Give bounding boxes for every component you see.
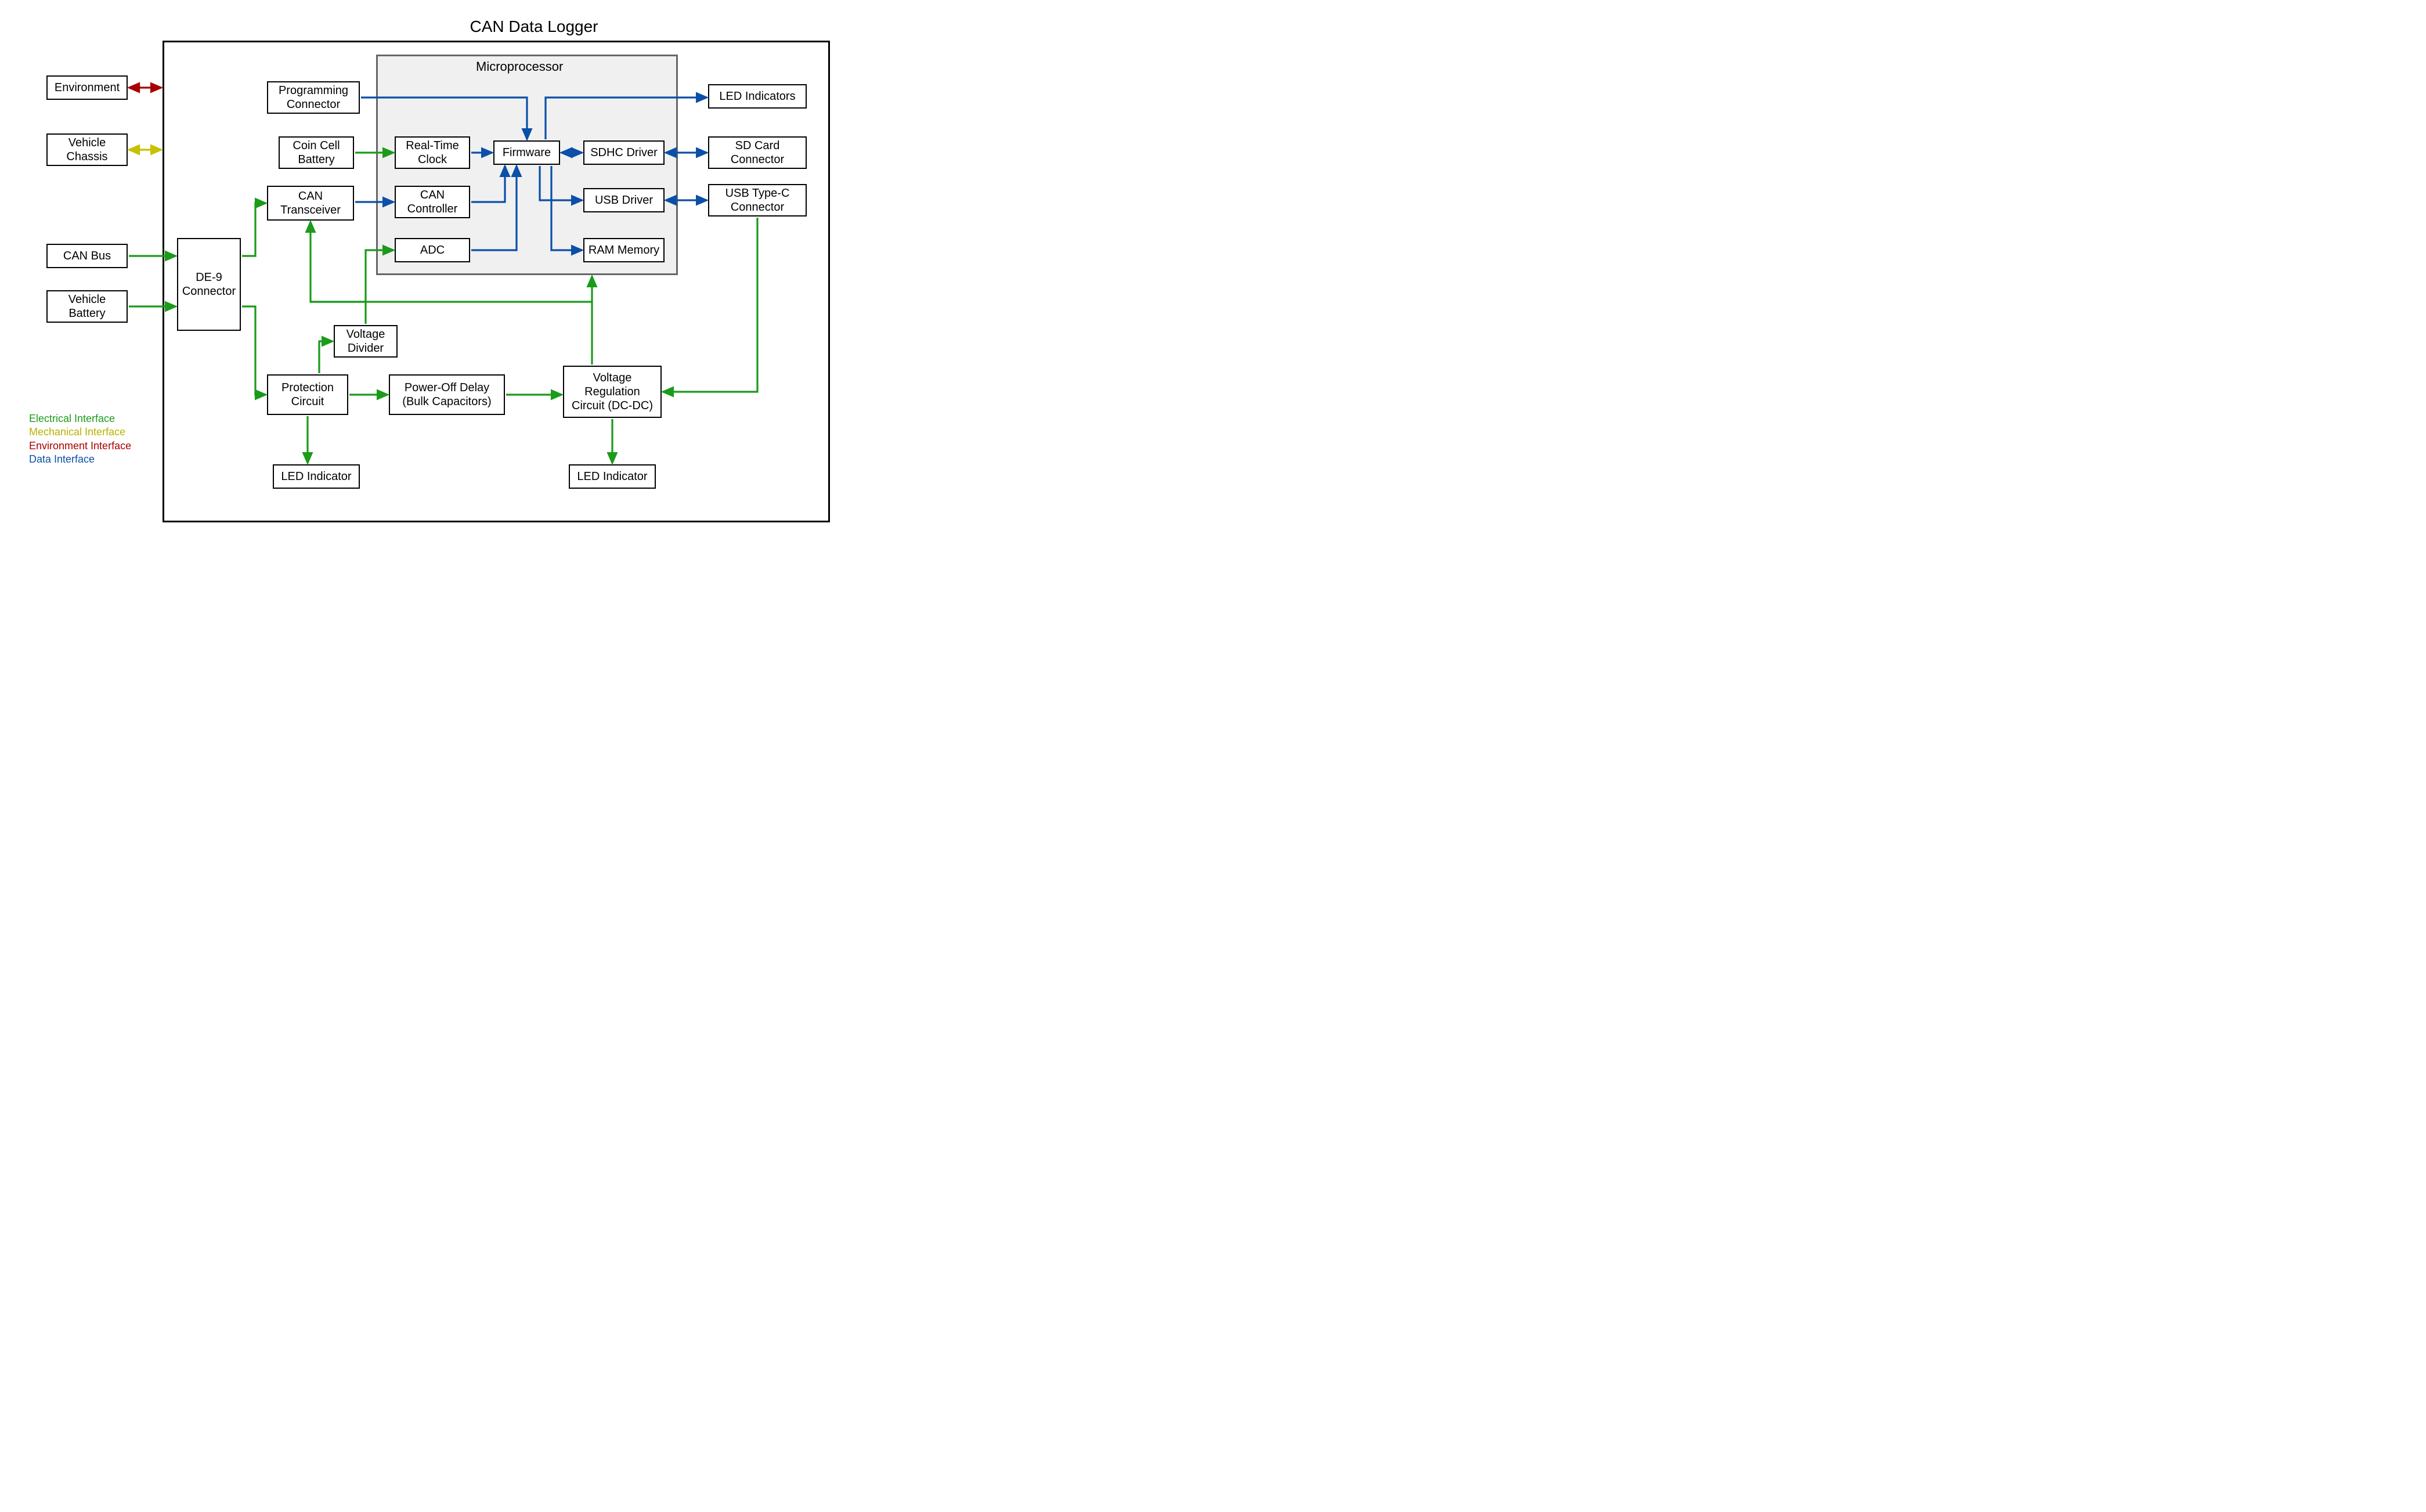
block-coin-cell-battery: Coin Cell Battery bbox=[279, 136, 354, 169]
block-rtc: Real-Time Clock bbox=[395, 136, 470, 169]
microprocessor-title: Microprocessor bbox=[476, 59, 563, 74]
diagram-canvas: CAN Data Logger Microprocessor Environme… bbox=[12, 12, 871, 546]
block-environment: Environment bbox=[46, 75, 128, 100]
diagram-title: CAN Data Logger bbox=[418, 17, 650, 36]
block-voltage-divider: Voltage Divider bbox=[334, 325, 398, 358]
legend-data: Data Interface bbox=[29, 453, 131, 466]
block-can-bus: CAN Bus bbox=[46, 244, 128, 268]
block-can-transceiver: CAN Transceiver bbox=[267, 186, 354, 221]
legend: Electrical Interface Mechanical Interfac… bbox=[29, 412, 131, 467]
block-voltage-regulation: Voltage Regulation Circuit (DC-DC) bbox=[563, 366, 662, 418]
block-power-off-delay: Power-Off Delay (Bulk Capacitors) bbox=[389, 374, 505, 415]
block-led-indicators: LED Indicators bbox=[708, 84, 807, 109]
block-led-indicator-2: LED Indicator bbox=[569, 464, 656, 489]
block-ram: RAM Memory bbox=[583, 238, 665, 262]
block-adc: ADC bbox=[395, 238, 470, 262]
block-vehicle-chassis: Vehicle Chassis bbox=[46, 133, 128, 166]
block-usb-type-c-connector: USB Type-C Connector bbox=[708, 184, 807, 216]
block-programming-connector: Programming Connector bbox=[267, 81, 360, 114]
legend-electrical: Electrical Interface bbox=[29, 412, 131, 425]
block-protection-circuit: Protection Circuit bbox=[267, 374, 348, 415]
block-sd-card-connector: SD Card Connector bbox=[708, 136, 807, 169]
block-sdhc-driver: SDHC Driver bbox=[583, 140, 665, 165]
block-vehicle-battery: Vehicle Battery bbox=[46, 290, 128, 323]
legend-environment: Environment Interface bbox=[29, 439, 131, 453]
block-firmware: Firmware bbox=[493, 140, 560, 165]
block-de9-connector: DE-9 Connector bbox=[177, 238, 241, 331]
block-can-controller: CAN Controller bbox=[395, 186, 470, 218]
legend-mechanical: Mechanical Interface bbox=[29, 425, 131, 439]
block-usb-driver: USB Driver bbox=[583, 188, 665, 212]
block-led-indicator-1: LED Indicator bbox=[273, 464, 360, 489]
